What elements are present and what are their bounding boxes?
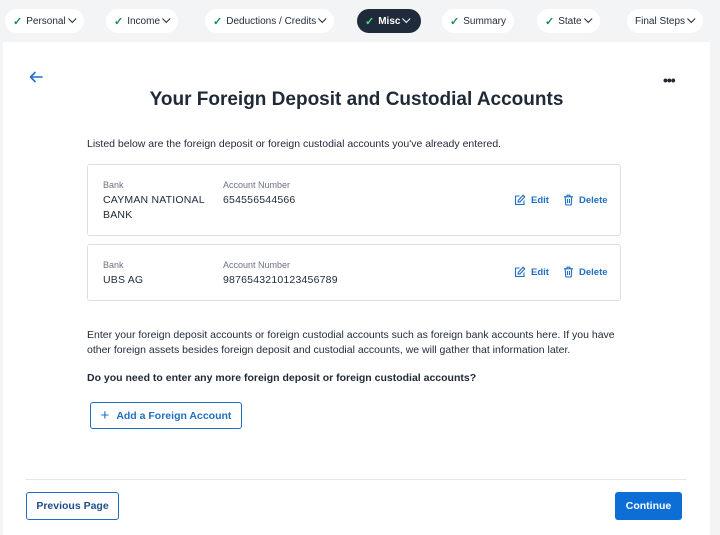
chevron-down-icon	[687, 14, 696, 24]
edit-icon	[514, 266, 526, 278]
tab-label: Personal	[26, 15, 66, 27]
add-foreign-account-button[interactable]: + Add a Foreign Account	[90, 402, 242, 429]
edit-button[interactable]: Edit	[514, 194, 549, 206]
page-title: Your Foreign Deposit and Custodial Accou…	[149, 89, 564, 110]
check-icon: ✓	[450, 15, 460, 28]
chevron-down-icon	[402, 14, 411, 24]
tab-label: Misc	[378, 15, 401, 27]
tab-final-steps[interactable]: Final Steps	[627, 9, 704, 33]
edit-label: Edit	[531, 266, 549, 278]
account-number: 654556544566	[223, 194, 296, 206]
account-number-label: Account Number	[223, 260, 291, 270]
check-icon: ✓	[213, 15, 223, 28]
tab-deductions-credits[interactable]: ✓ Deductions / Credits	[205, 9, 335, 33]
tab-label: Deductions / Credits	[226, 15, 317, 27]
previous-page-button[interactable]: Previous Page	[26, 492, 119, 520]
bank-label: Bank	[103, 180, 124, 190]
edit-label: Edit	[531, 194, 549, 206]
plus-icon: +	[100, 407, 110, 424]
tab-personal[interactable]: ✓ Personal	[5, 9, 84, 33]
edit-button[interactable]: Edit	[514, 266, 549, 278]
edit-icon	[514, 194, 526, 206]
main-card: ••• Your Foreign Deposit and Custodial A…	[3, 42, 710, 535]
bank-name: CAYMAN NATIONAL BANK	[103, 194, 205, 221]
instructions-text: Enter your foreign deposit accounts or f…	[87, 329, 615, 356]
add-account-label: Add a Foreign Account	[116, 409, 232, 422]
more-options-icon[interactable]: •••	[663, 72, 676, 88]
tab-label: State	[558, 15, 582, 27]
tab-label: Summary	[463, 15, 507, 27]
back-arrow-icon[interactable]	[29, 70, 43, 84]
account-card: Bank CAYMAN NATIONAL BANK Account Number…	[87, 164, 621, 236]
delete-label: Delete	[579, 266, 608, 278]
chevron-down-icon	[67, 14, 77, 24]
question-text: Do you need to enter any more foreign de…	[87, 372, 477, 384]
account-number-label: Account Number	[223, 180, 291, 190]
tab-label: Final Steps	[635, 15, 686, 27]
tab-income[interactable]: ✓ Income	[106, 9, 179, 33]
account-card: Bank UBS AG Account Number 9876543210123…	[87, 244, 621, 301]
check-icon: ✓	[13, 15, 23, 28]
trash-icon	[564, 266, 573, 278]
continue-button[interactable]: Continue	[615, 492, 682, 520]
divider	[25, 479, 687, 480]
delete-button[interactable]: Delete	[563, 266, 608, 278]
tab-state[interactable]: ✓ State	[537, 9, 600, 33]
tab-summary[interactable]: ✓ Summary	[442, 9, 515, 33]
bank-label: Bank	[103, 260, 124, 270]
delete-label: Delete	[579, 194, 608, 206]
chevron-down-icon	[583, 14, 593, 24]
delete-button[interactable]: Delete	[563, 194, 608, 206]
progress-nav: ✓ Personal ✓ Income ✓ Deductions / Credi…	[0, 0, 720, 42]
tab-label: Income	[127, 15, 161, 27]
tab-misc[interactable]: ✓ Misc	[357, 9, 421, 33]
bank-name: UBS AG	[103, 274, 144, 286]
check-icon: ✓	[114, 15, 124, 28]
chevron-down-icon	[162, 14, 171, 24]
trash-icon	[564, 194, 573, 206]
check-icon: ✓	[365, 15, 375, 28]
check-icon: ✓	[545, 15, 555, 28]
account-number: 9876543210123456789	[223, 274, 338, 286]
chevron-down-icon	[318, 14, 327, 24]
intro-text: Listed below are the foreign deposit or …	[87, 138, 502, 150]
